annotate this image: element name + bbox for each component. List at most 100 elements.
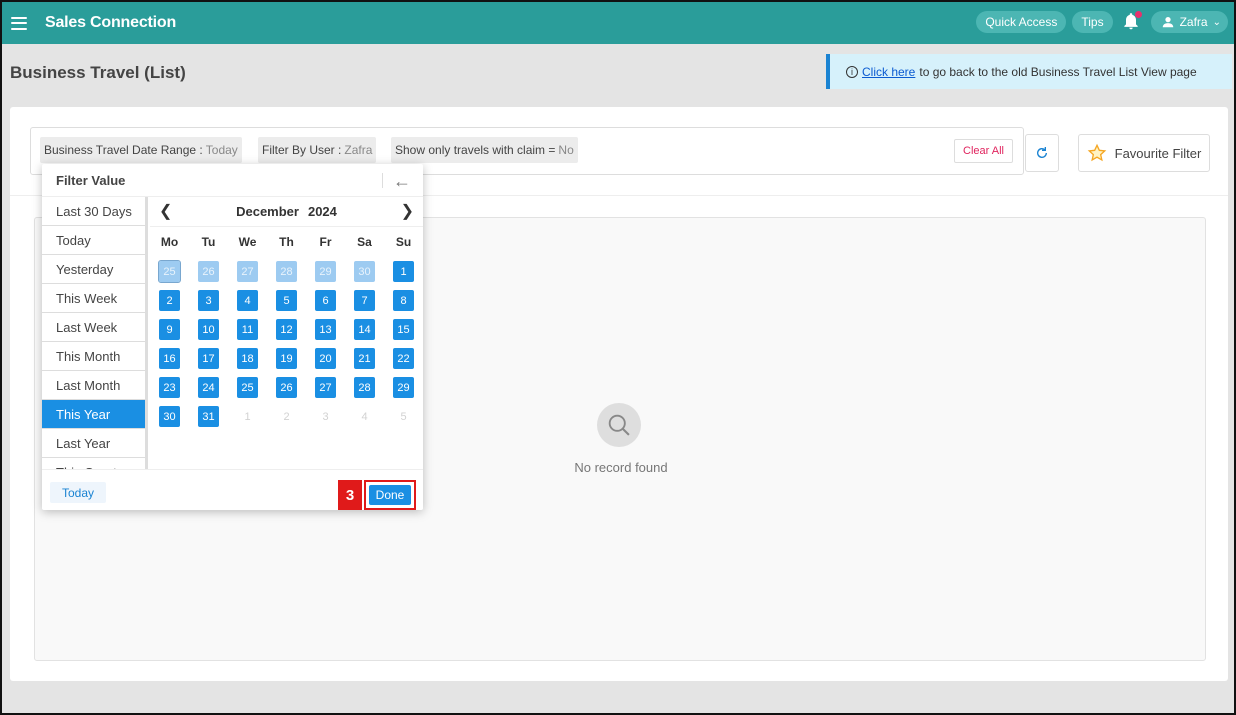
calendar-day[interactable]: 19 — [276, 348, 297, 369]
calendar-day[interactable]: 4 — [237, 290, 258, 311]
filter-chip-date-range[interactable]: Business Travel Date Range : Today — [40, 137, 242, 163]
done-button[interactable]: Done — [369, 485, 411, 505]
chip-label: Business Travel Date Range — [44, 143, 197, 157]
old-view-link[interactable]: Click here — [862, 65, 915, 79]
calendar-day[interactable]: 29 — [315, 261, 336, 282]
weekday-label: Tu — [201, 235, 216, 249]
calendar-day[interactable]: 26 — [198, 261, 219, 282]
calendar-day[interactable]: 3 — [315, 406, 336, 427]
calendar-day[interactable]: 2 — [159, 290, 180, 311]
calendar-day[interactable]: 9 — [159, 319, 180, 340]
calendar-day[interactable]: 28 — [354, 377, 375, 398]
chevron-down-icon: ⌄ — [1212, 16, 1221, 28]
calendar-day[interactable]: 18 — [237, 348, 258, 369]
calendar-cell: 4 — [345, 406, 384, 435]
step-badge: 3 — [338, 480, 362, 510]
top-right-actions: Quick Access Tips Zafra ⌄ — [970, 11, 1228, 33]
next-month-icon[interactable]: ❯ — [401, 201, 414, 221]
calendar-day[interactable]: 8 — [393, 290, 414, 311]
filter-chip-claim[interactable]: Show only travels with claim = No — [391, 137, 578, 163]
calendar-day[interactable]: 30 — [354, 261, 375, 282]
calendar-cell: 2 — [150, 290, 189, 319]
calendar-year: 2024 — [307, 204, 337, 219]
chip-value: Zafra — [344, 143, 373, 157]
calendar-week-row: 23 24 25 26 27 28 29 — [150, 377, 423, 406]
calendar-day[interactable]: 25 — [158, 260, 181, 283]
calendar-cell: 14 — [345, 319, 384, 348]
calendar-day[interactable]: 24 — [198, 377, 219, 398]
favourite-filter-button[interactable]: Favourite Filter — [1078, 134, 1210, 172]
calendar-day[interactable]: 6 — [315, 290, 336, 311]
calendar-day[interactable]: 13 — [315, 319, 336, 340]
calendar-cell: 28 — [267, 261, 306, 290]
user-menu-button[interactable]: Zafra ⌄ — [1150, 11, 1228, 33]
chip-label: Show only travels with claim = — [395, 143, 556, 157]
tips-button[interactable]: Tips — [1072, 11, 1113, 33]
calendar-day[interactable]: 16 — [159, 348, 180, 369]
calendar-cell: 27 — [228, 261, 267, 290]
calendar-cell: 29 — [306, 261, 345, 290]
calendar-day[interactable]: 5 — [393, 406, 414, 427]
today-button[interactable]: Today — [50, 482, 107, 503]
preset-item[interactable]: Last Week — [42, 313, 145, 342]
calendar-cell: 6 — [306, 290, 345, 319]
quick-access-button[interactable]: Quick Access — [976, 11, 1067, 33]
back-arrow-icon[interactable]: ← — [393, 171, 411, 192]
preset-item[interactable]: Yesterday — [42, 255, 145, 284]
calendar-day[interactable]: 1 — [393, 261, 414, 282]
calendar-day[interactable]: 15 — [393, 319, 414, 340]
app-window: Sales Connection Quick Access Tips Zafra… — [0, 0, 1236, 715]
refresh-button[interactable] — [1025, 134, 1059, 172]
notification-bell-icon[interactable] — [1121, 11, 1143, 33]
calendar: ❮ December 2024 ❯ Mo Tu We Th Fr Sa Su 25 26 27 2… — [150, 197, 423, 469]
calendar-day[interactable]: 7 — [354, 290, 375, 311]
calendar-day[interactable]: 28 — [276, 261, 297, 282]
calendar-cell: 22 — [384, 348, 423, 377]
calendar-week-row: 2345678 — [150, 290, 423, 319]
calendar-cell: 21 — [345, 348, 384, 377]
calendar-day[interactable]: 26 — [276, 377, 297, 398]
calendar-day[interactable]: 23 — [159, 377, 180, 398]
chip-label: Filter By User — [262, 143, 335, 157]
calendar-day[interactable]: 1 — [237, 406, 258, 427]
preset-item[interactable]: Today — [42, 226, 145, 255]
calendar-day[interactable]: 4 — [354, 406, 375, 427]
weekday-label: Mo — [160, 235, 179, 249]
calendar-day[interactable]: 3 — [198, 290, 219, 311]
menu-icon[interactable] — [11, 16, 27, 30]
calendar-day[interactable]: 22 — [393, 348, 414, 369]
calendar-cell: 29 — [384, 377, 423, 406]
calendar-cell: 3 — [189, 290, 228, 319]
preset-item[interactable]: This Month — [42, 342, 145, 371]
clear-all-button[interactable]: Clear All — [954, 139, 1013, 163]
calendar-cell: 19 — [267, 348, 306, 377]
calendar-cell: 13 — [306, 319, 345, 348]
previous-month-icon[interactable]: ❮ — [159, 201, 172, 221]
calendar-day[interactable]: 27 — [237, 261, 258, 282]
preset-item[interactable]: This Quarter — [42, 458, 145, 470]
preset-item[interactable]: Last Month — [42, 371, 145, 400]
calendar-day[interactable]: 14 — [354, 319, 375, 340]
calendar-day[interactable]: 12 — [276, 319, 297, 340]
calendar-day[interactable]: 31 — [198, 406, 219, 427]
calendar-day[interactable]: 29 — [393, 377, 414, 398]
calendar-day[interactable]: 21 — [354, 348, 375, 369]
calendar-day[interactable]: 11 — [237, 319, 258, 340]
calendar-day[interactable]: 5 — [276, 290, 297, 311]
calendar-day[interactable]: 25 — [237, 377, 258, 398]
calendar-cell: 5 — [384, 406, 423, 435]
calendar-day[interactable]: 17 — [198, 348, 219, 369]
calendar-day[interactable]: 20 — [315, 348, 336, 369]
calendar-day[interactable]: 10 — [198, 319, 219, 340]
calendar-cell: 31 — [189, 406, 228, 435]
calendar-cell: 27 — [306, 377, 345, 406]
calendar-day[interactable]: 27 — [315, 377, 336, 398]
preset-item[interactable]: This Year — [42, 400, 145, 429]
preset-item[interactable]: Last 30 Days — [42, 197, 145, 226]
calendar-day[interactable]: 30 — [159, 406, 180, 427]
filter-chip-user[interactable]: Filter By User : Zafra — [258, 137, 377, 163]
preset-item[interactable]: This Week — [42, 284, 145, 313]
search-icon — [597, 403, 641, 447]
preset-item[interactable]: Last Year — [42, 429, 145, 458]
calendar-day[interactable]: 2 — [276, 406, 297, 427]
